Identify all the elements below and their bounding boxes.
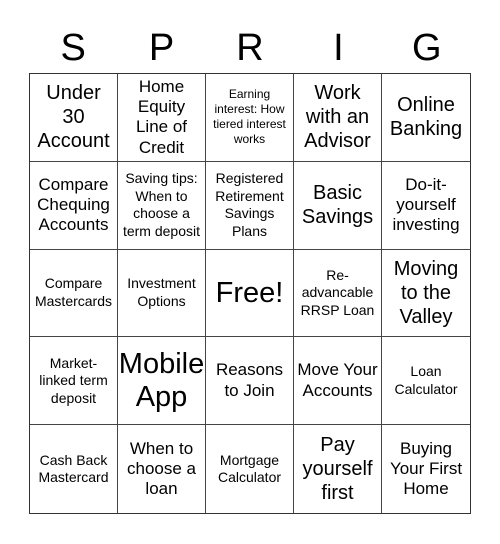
bingo-cell-label: Pay yourself first [302, 434, 373, 505]
bingo-cell-label: Investment Options [127, 275, 196, 309]
bingo-cell[interactable]: Market-linked term deposit [30, 337, 118, 426]
bingo-cell[interactable]: Saving tips: When to choose a term depos… [118, 161, 206, 250]
bingo-cell[interactable]: Basic Savings [294, 161, 382, 250]
bingo-cell[interactable]: Re-advancable RRSP Loan [294, 249, 382, 338]
bingo-cell-label: Work with an Advisor [304, 82, 371, 153]
header-letter: S [60, 27, 86, 69]
header-letter: G [412, 27, 442, 69]
bingo-cell[interactable]: Move Your Accounts [294, 337, 382, 426]
bingo-cell-label: Mortgage Calculator [217, 451, 282, 486]
bingo-cell[interactable]: Moving to the Valley [382, 250, 470, 338]
bingo-cell-label: When to choose a loan [127, 438, 196, 499]
bingo-cell-label: Reasons to Join [215, 360, 284, 400]
bingo-header: S P R I G [29, 26, 471, 70]
header-letter: P [148, 27, 175, 69]
bingo-cell-label: Compare Chequing Accounts [37, 174, 110, 235]
bingo-cell-label: Home Equity Line of Credit [135, 76, 188, 157]
bingo-cell[interactable]: Work with an Advisor [294, 74, 382, 162]
bingo-cell[interactable]: Cash Back Mastercard [30, 425, 118, 513]
header-letter: R [236, 27, 264, 69]
bingo-cell-label: Registered Retirement Savings Plans [215, 170, 284, 239]
bingo-cell[interactable]: Pay yourself first [294, 425, 382, 513]
bingo-cell-label: Saving tips: When to choose a term depos… [122, 170, 201, 239]
bingo-cell-label: Under 30 Account [37, 82, 110, 153]
bingo-cell-label: Market-linked term deposit [39, 354, 108, 406]
bingo-cell-label: Online Banking [389, 94, 463, 141]
bingo-cell[interactable]: Do-it-yourself investing [382, 162, 470, 250]
bingo-cell[interactable]: Earning interest: How tiered interest wo… [206, 74, 294, 162]
bingo-cell-label: Mobile App [118, 348, 205, 413]
bingo-cell-label: Earning interest: How tiered interest wo… [213, 87, 286, 147]
bingo-cell[interactable]: Registered Retirement Savings Plans [206, 161, 294, 250]
bingo-cell-label: Do-it-yourself investing [392, 174, 460, 235]
bingo-board: Under 30 Account Home Equity Line of Cred… [29, 73, 471, 514]
bingo-cell[interactable]: Home Equity Line of Credit [118, 74, 206, 162]
bingo-cell-label: Moving to the Valley [393, 257, 459, 328]
bingo-cell-label: Buying Your First Home [389, 438, 463, 499]
bingo-cell[interactable]: Loan Calculator [382, 337, 470, 426]
bingo-cell-label: Basic Savings [301, 182, 374, 229]
bingo-cell[interactable]: Compare Chequing Accounts [30, 161, 118, 250]
bingo-cell[interactable]: Compare Mastercards [30, 249, 118, 338]
bingo-cell[interactable]: Mobile App [118, 337, 206, 426]
bingo-cell[interactable]: Under 30 Account [30, 74, 118, 162]
bingo-cell[interactable]: When to choose a loan [118, 425, 206, 513]
bingo-cell[interactable]: Online Banking [382, 74, 470, 162]
free-space-cell[interactable]: Free! [206, 249, 294, 338]
bingo-cell-label: Cash Back Mastercard [38, 451, 109, 486]
bingo-cell-label: Re-advancable RRSP Loan [300, 266, 375, 318]
bingo-cell[interactable]: Investment Options [118, 249, 206, 338]
bingo-cell-label: Move Your Accounts [297, 360, 378, 400]
bingo-cell-label: Compare Mastercards [34, 275, 113, 309]
bingo-cell[interactable]: Mortgage Calculator [206, 425, 294, 513]
bingo-cell[interactable]: Buying Your First Home [382, 425, 470, 513]
bingo-cell-label: Loan Calculator [394, 363, 458, 397]
bingo-cell[interactable]: Reasons to Join [206, 337, 294, 426]
bingo-cell-label: Free! [215, 276, 284, 309]
header-letter: I [333, 27, 344, 69]
